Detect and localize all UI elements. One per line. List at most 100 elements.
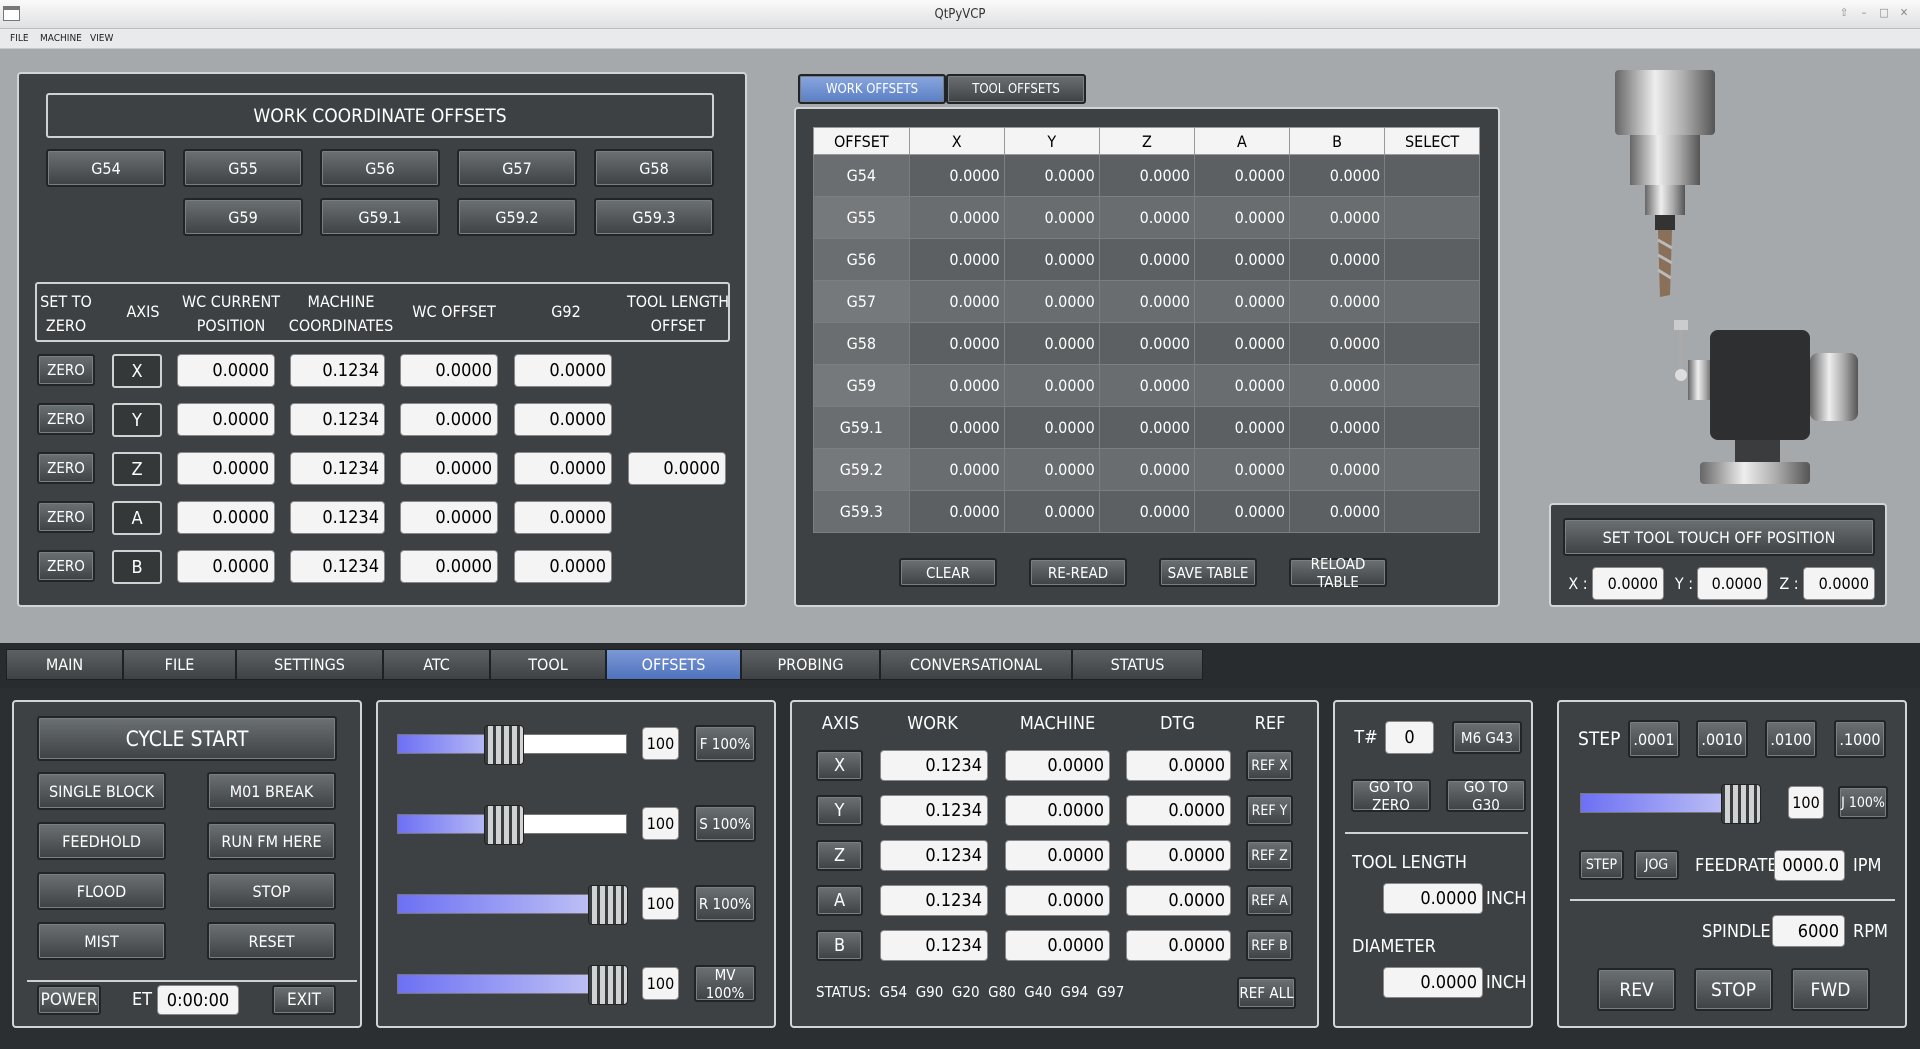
- ref-z-button[interactable]: REF Z: [1246, 840, 1293, 871]
- wc-offset-y[interactable]: 0.0000: [400, 403, 498, 436]
- wco-button-g56[interactable]: G56: [320, 149, 440, 187]
- touchoff-y-field[interactable]: 0.0000: [1697, 567, 1768, 600]
- g92-a[interactable]: 0.0000: [514, 501, 612, 534]
- step-size-button[interactable]: .0001: [1628, 720, 1680, 758]
- tab-tool[interactable]: TOOL: [490, 649, 606, 680]
- override-value[interactable]: 100: [642, 807, 679, 840]
- close-icon[interactable]: ✕: [1896, 5, 1912, 21]
- ref-all-button[interactable]: REF ALL: [1237, 977, 1296, 1009]
- ref-a-button[interactable]: REF A: [1246, 885, 1293, 916]
- override-slider[interactable]: [397, 965, 628, 1005]
- flood-button[interactable]: FLOOD: [37, 872, 166, 910]
- table-row[interactable]: G59.1 0.0000 0.0000 0.0000 0.0000 0.0000: [813, 406, 1480, 449]
- touchoff-z-field[interactable]: 0.0000: [1803, 567, 1875, 600]
- table-cell[interactable]: 0.0000: [1003, 280, 1100, 323]
- zero-z-button[interactable]: ZERO: [37, 452, 95, 484]
- offset-table-re-read-button[interactable]: RE-READ: [1029, 558, 1127, 587]
- select-cell[interactable]: [1384, 280, 1480, 323]
- jog-speed-value[interactable]: 100: [1788, 786, 1824, 819]
- jog-speed-slider[interactable]: [1580, 784, 1761, 824]
- override-value[interactable]: 100: [642, 727, 679, 760]
- touchoff-x-field[interactable]: 0.0000: [1592, 567, 1664, 600]
- table-cell[interactable]: 0.0000: [1098, 448, 1195, 491]
- g92-b[interactable]: 0.0000: [514, 550, 612, 583]
- select-cell[interactable]: [1384, 196, 1480, 239]
- override-reset-button[interactable]: MV 100%: [694, 965, 756, 1002]
- override-slider-handle[interactable]: [484, 725, 524, 765]
- m6-g43-button[interactable]: M6 G43: [1452, 721, 1522, 754]
- table-cell[interactable]: 0.0000: [1003, 490, 1100, 533]
- stop-button[interactable]: STOP: [207, 872, 336, 910]
- ref-y-button[interactable]: REF Y: [1246, 795, 1293, 826]
- table-cell[interactable]: 0.0000: [1193, 364, 1291, 407]
- table-cell[interactable]: 0.0000: [1003, 448, 1100, 491]
- tab-main[interactable]: MAIN: [6, 649, 123, 680]
- override-reset-button[interactable]: F 100%: [694, 725, 756, 762]
- table-cell[interactable]: 0.0000: [908, 196, 1005, 239]
- ref-x-button[interactable]: REF X: [1246, 750, 1293, 781]
- offset-table-save-table-button[interactable]: SAVE TABLE: [1159, 558, 1257, 587]
- table-cell[interactable]: 0.0000: [908, 280, 1005, 323]
- table-cell[interactable]: 0.0000: [1003, 154, 1100, 197]
- tab-probing[interactable]: PROBING: [741, 649, 880, 680]
- table-cell[interactable]: 0.0000: [1193, 448, 1291, 491]
- table-cell[interactable]: 0.0000: [908, 238, 1005, 281]
- cycle-start-button[interactable]: CYCLE START: [37, 716, 337, 761]
- dro-axis-y-button[interactable]: Y: [816, 795, 863, 826]
- tab-settings[interactable]: SETTINGS: [236, 649, 383, 680]
- table-row[interactable]: G59.2 0.0000 0.0000 0.0000 0.0000 0.0000: [813, 448, 1480, 491]
- run-from-here-button[interactable]: RUN FM HERE: [207, 822, 336, 860]
- g92-y[interactable]: 0.0000: [514, 403, 612, 436]
- set-tool-touchoff-button[interactable]: SET TOOL TOUCH OFF POSITION: [1563, 518, 1875, 556]
- select-cell[interactable]: [1384, 448, 1480, 491]
- table-cell[interactable]: 0.0000: [1289, 322, 1386, 365]
- table-cell[interactable]: 0.0000: [1003, 322, 1100, 365]
- table-cell[interactable]: 0.0000: [1193, 238, 1291, 281]
- override-slider-handle[interactable]: [484, 805, 524, 845]
- override-slider-handle[interactable]: [588, 965, 628, 1005]
- offset-table-clear-button[interactable]: CLEAR: [899, 558, 997, 587]
- table-cell[interactable]: 0.0000: [1289, 364, 1386, 407]
- table-cell[interactable]: 0.0000: [1098, 238, 1195, 281]
- zero-b-button[interactable]: ZERO: [37, 550, 95, 582]
- wco-button-g55[interactable]: G55: [183, 149, 303, 187]
- select-cell[interactable]: [1384, 322, 1480, 365]
- dro-axis-b-button[interactable]: B: [816, 930, 863, 961]
- table-cell[interactable]: 0.0000: [1289, 448, 1386, 491]
- table-cell[interactable]: 0.0000: [1098, 406, 1195, 449]
- override-slider[interactable]: [397, 885, 628, 925]
- minimize-icon[interactable]: –: [1856, 5, 1872, 21]
- ref-b-button[interactable]: REF B: [1246, 930, 1293, 961]
- override-slider[interactable]: [397, 805, 627, 845]
- override-reset-button[interactable]: R 100%: [694, 885, 756, 922]
- spindle-reverse-button[interactable]: REV: [1597, 968, 1676, 1011]
- override-value[interactable]: 100: [642, 887, 679, 920]
- table-cell[interactable]: 0.0000: [1098, 280, 1195, 323]
- table-row[interactable]: G59 0.0000 0.0000 0.0000 0.0000 0.0000: [813, 364, 1480, 407]
- tab-file[interactable]: FILE: [123, 649, 236, 680]
- select-cell[interactable]: [1384, 406, 1480, 449]
- dro-axis-x-button[interactable]: X: [816, 750, 863, 781]
- wc-offset-a[interactable]: 0.0000: [400, 501, 498, 534]
- table-row[interactable]: G59.3 0.0000 0.0000 0.0000 0.0000 0.0000: [813, 490, 1480, 533]
- table-cell[interactable]: 0.0000: [1193, 196, 1291, 239]
- table-cell[interactable]: 0.0000: [1003, 196, 1100, 239]
- table-cell[interactable]: 0.0000: [1193, 406, 1291, 449]
- table-cell[interactable]: 0.0000: [1289, 154, 1386, 197]
- table-cell[interactable]: 0.0000: [908, 154, 1005, 197]
- wco-button-g58[interactable]: G58: [594, 149, 714, 187]
- table-cell[interactable]: 0.0000: [1289, 280, 1386, 323]
- menu-view[interactable]: VIEW: [90, 33, 113, 44]
- diameter-field[interactable]: 0.0000: [1383, 967, 1483, 998]
- jog-100-button[interactable]: J 100%: [1838, 786, 1888, 819]
- dro-axis-a-button[interactable]: A: [816, 885, 863, 916]
- mist-button[interactable]: MIST: [37, 922, 166, 960]
- override-value[interactable]: 100: [642, 967, 679, 1000]
- table-cell[interactable]: 0.0000: [1098, 490, 1195, 533]
- table-cell[interactable]: 0.0000: [1289, 238, 1386, 281]
- select-cell[interactable]: [1384, 238, 1480, 281]
- g92-z[interactable]: 0.0000: [514, 452, 612, 485]
- tool-length-field[interactable]: 0.0000: [1383, 883, 1483, 914]
- table-cell[interactable]: 0.0000: [1289, 490, 1386, 533]
- wco-button-g59-3[interactable]: G59.3: [594, 198, 714, 236]
